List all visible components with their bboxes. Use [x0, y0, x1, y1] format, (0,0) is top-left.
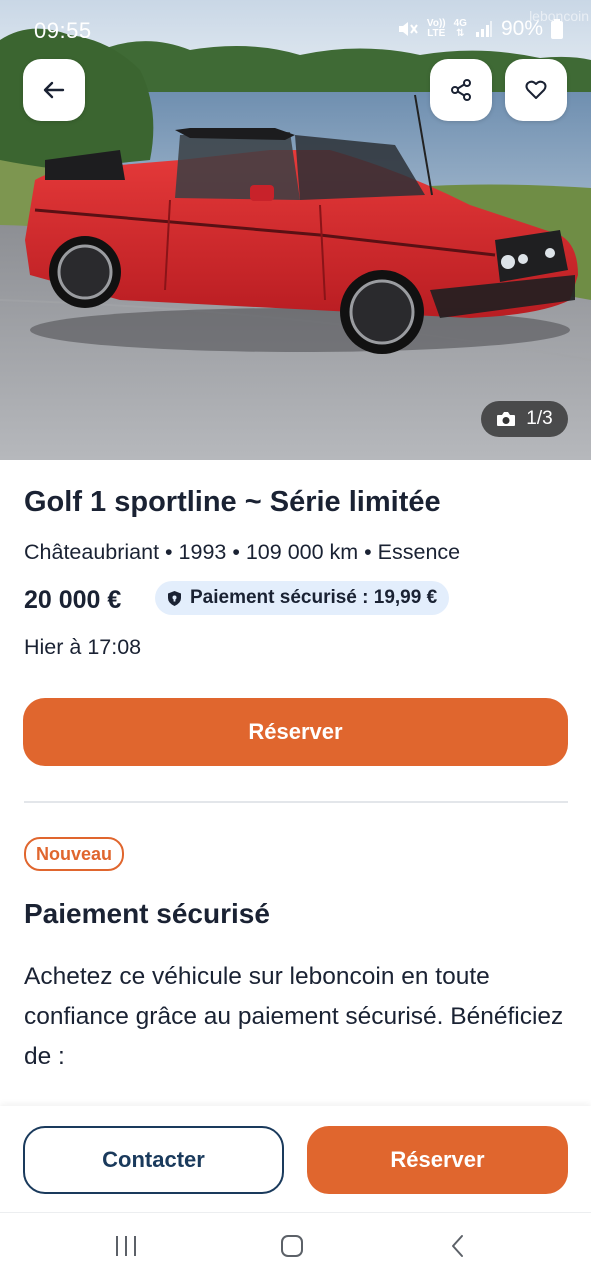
reserve-button[interactable]: Réserver [23, 698, 568, 766]
bottom-action-bar: Contacter Réserver [0, 1106, 591, 1212]
shield-icon [168, 590, 181, 606]
car-photo-illustration [0, 0, 591, 460]
system-navigation-bar [0, 1212, 591, 1280]
heart-icon [525, 80, 547, 99]
home-button[interactable] [272, 1229, 312, 1263]
recents-button[interactable] [106, 1229, 146, 1263]
battery-icon [551, 19, 563, 39]
home-icon [281, 1235, 303, 1257]
signal-icon [475, 21, 492, 37]
listing-title: Golf 1 sportline ~ Série limitée [24, 486, 441, 518]
status-bar: 09:55 leboncoin Vo)) LTE 4G ⇅ 90% [0, 0, 591, 60]
listing-meta: Châteaubriant • 1993 • 109 000 km • Esse… [24, 540, 461, 564]
camera-icon [497, 412, 516, 426]
status-icons: Vo)) LTE 4G ⇅ 90% [397, 17, 563, 41]
new-badge: Nouveau [24, 837, 125, 871]
battery-level: 90% [500, 17, 543, 40]
system-back-button[interactable] [438, 1229, 478, 1263]
contact-button[interactable]: Contacter [23, 1126, 284, 1194]
photo-counter-text: 1/3 [526, 408, 553, 429]
network-gen-indicator: 4G ⇅ [453, 18, 467, 39]
photo-counter[interactable]: 1/3 [481, 401, 568, 437]
volte-indicator: Vo)) LTE [426, 18, 446, 39]
arrow-left-icon [43, 81, 65, 99]
secure-payment-badge: Paiement sécurisé : 19,99 € [155, 581, 450, 615]
listing-page: 09:55 leboncoin Vo)) LTE 4G ⇅ 90% 1/3 Go… [0, 0, 591, 1280]
chevron-left-icon [452, 1235, 463, 1257]
share-icon [451, 79, 471, 101]
back-button[interactable] [23, 59, 85, 121]
reserve-bottom-button[interactable]: Réserver [307, 1126, 568, 1194]
status-time: 09:55 [34, 18, 92, 43]
favorite-button[interactable] [505, 59, 567, 121]
vehicle-photo[interactable]: 09:55 leboncoin Vo)) LTE 4G ⇅ 90% 1/3 [0, 0, 591, 460]
share-button[interactable] [430, 59, 492, 121]
listing-date: Hier à 17:08 [24, 635, 142, 659]
secure-payment-text: Paiement sécurisé : 19,99 € [190, 587, 438, 608]
secure-section-text: Achetez ce véhicule sur leboncoin en tou… [24, 963, 564, 1070]
mute-icon [398, 22, 418, 36]
secure-section-title: Paiement sécurisé [24, 898, 270, 929]
recents-icon [116, 1236, 136, 1256]
divider [24, 801, 568, 803]
listing-price: 20 000 € [24, 586, 122, 614]
